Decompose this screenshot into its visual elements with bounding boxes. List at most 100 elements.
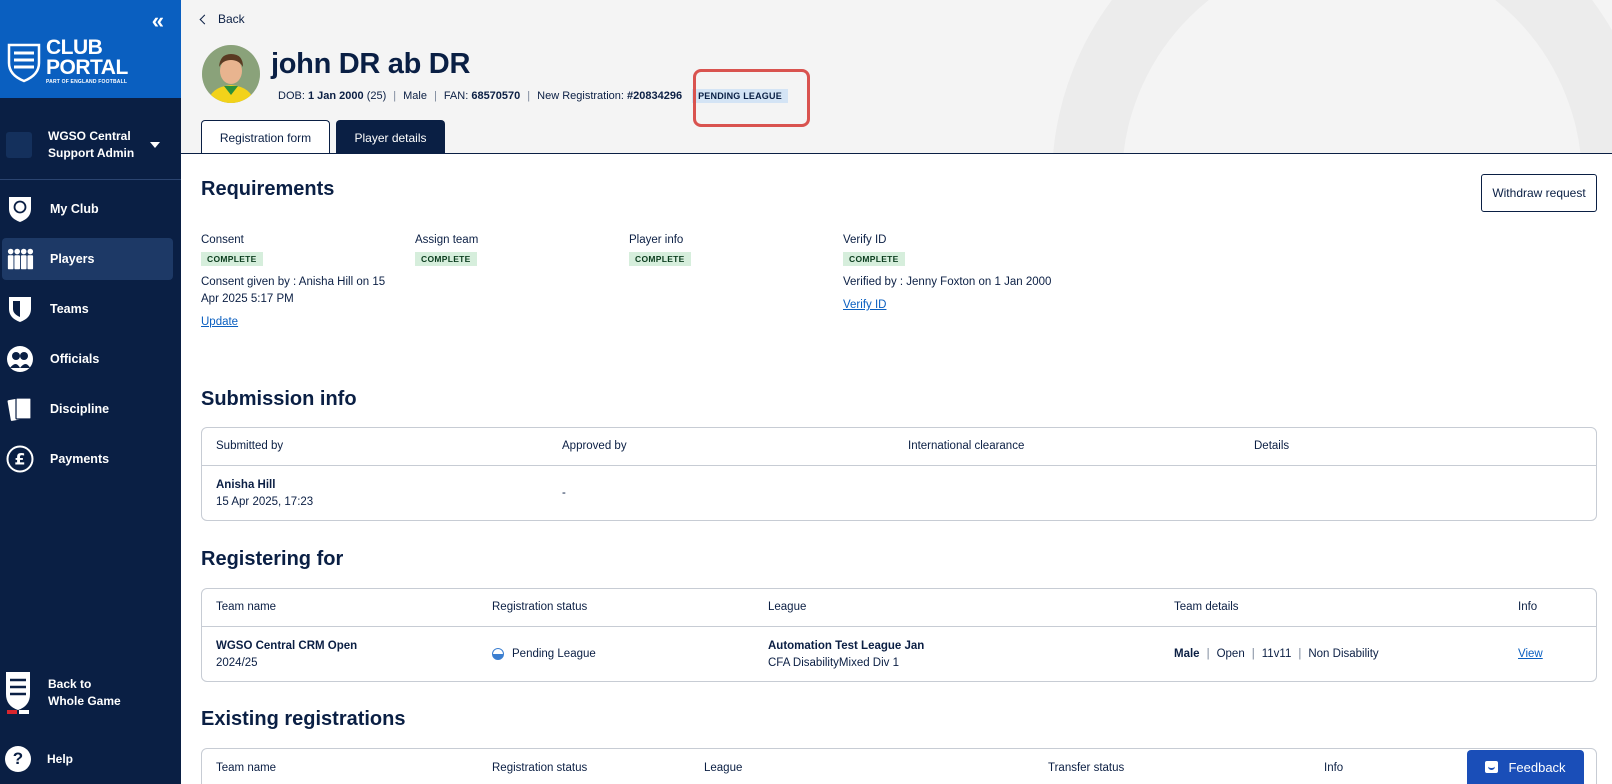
requirement-player-info: Player info COMPLETE [629,234,829,266]
dob-label: DOB: [278,90,305,102]
collapse-sidebar-icon[interactable]: « [152,8,164,34]
team-type: Open [1216,648,1245,660]
team-disability: Non Disability [1308,648,1379,660]
team-details-cell: Male | Open | 11v11 | Non Disability [1174,627,1379,682]
main-content: Back john DR ab DR DOB: 1 Jan 2000 (25) … [181,0,1612,784]
table-header: Team name Registration status League Tra… [202,749,1596,784]
club-badge [6,132,32,158]
caret-down-icon [150,142,160,148]
column-header: Team name [216,601,277,613]
column-header: Details [1254,440,1290,452]
back-label: Back [218,12,245,26]
svg-text:£: £ [14,450,25,469]
shield-icon [6,295,34,323]
column-header: Submitted by [216,440,284,452]
header-decoration [1052,0,1612,153]
team-format: 11v11 [1261,648,1292,660]
help-link[interactable]: ? Help [5,746,73,772]
feedback-button[interactable]: Feedback [1467,750,1584,784]
registration-status: Pending League [512,648,596,660]
back-to-whole-game-link[interactable]: Back to Whole Game [4,670,128,716]
division: CFA DisabilityMixed Div 1 [768,656,900,669]
logo-club-text: CLUB [46,36,103,59]
withdraw-request-button[interactable]: Withdraw request [1481,174,1597,212]
tab-registration-form[interactable]: Registration form [201,120,330,153]
player-header: Back john DR ab DR DOB: 1 Jan 2000 (25) … [181,0,1612,154]
team-name: WGSO Central CRM Open [216,639,358,652]
status-badge: COMPLETE [629,252,691,266]
help-icon: ? [5,746,31,772]
dob-value: 1 Jan 2000 [307,90,364,102]
sidebar-item-officials[interactable]: Officials [2,338,173,380]
submitted-by-cell: Anisha Hill 15 Apr 2025, 17:23 [216,466,313,521]
sidebar-item-label: Teams [50,302,89,316]
column-header: League [704,761,743,774]
registration-label: New Registration: [537,90,624,102]
column-header: Team name [216,761,277,774]
status-badge: COMPLETE [201,252,263,266]
tab-player-details[interactable]: Player details [336,120,445,153]
league-name: Automation Test League Jan [768,639,925,652]
column-header: Info [1518,601,1538,613]
registration-status-cell: Pending League [492,627,596,682]
sidebar-item-label: Players [50,252,95,266]
requirements-title: Requirements [201,178,335,200]
sidebar-item-players[interactable]: Players [2,238,173,280]
info-cell: View [1518,627,1543,682]
team-gender: Male [1174,648,1200,660]
club-portal-logo[interactable]: CLUB PORTAL PART OF ENGLAND FOOTBALL [6,36,128,85]
gender: Male [403,90,427,102]
sidebar-item-label: Officials [50,352,100,366]
verify-id-link[interactable]: Verify ID [843,299,886,311]
three-lions-crest-icon [7,43,41,82]
status-badge: COMPLETE [843,252,905,266]
ball-shield-icon [6,195,34,223]
feedback-label: Feedback [1508,759,1566,775]
update-link[interactable]: Update [201,316,238,328]
smiley-icon [1485,761,1499,773]
existing-registrations-table: Team name Registration status League Tra… [201,748,1597,784]
pending-status-icon [492,647,504,660]
sidebar-item-teams[interactable]: Teams [2,288,173,330]
column-header: Transfer status [1048,761,1125,774]
fan-label: FAN: [443,90,469,102]
player-avatar [202,45,260,103]
fa-crest-icon [6,672,30,714]
status-badge: COMPLETE [415,252,477,266]
sidebar-item-discipline[interactable]: Discipline [2,388,173,430]
table-row: Anisha Hill 15 Apr 2025, 17:23 - [202,466,1596,521]
sidebar-header: « CLUB PORTAL PART OF ENGLAND FOOTBALL [0,0,181,98]
requirement-assign-team: Assign team COMPLETE [415,234,615,266]
sidebar-divider [0,179,181,180]
pound-icon: £ [6,445,34,473]
approved-by-cell: - [562,487,566,499]
registration-id: #20834296 [627,90,683,102]
submitted-by-name: Anisha Hill [216,478,276,491]
sidebar-item-payments[interactable]: £ Payments [2,438,173,480]
requirement-note: Consent given by : Anisha Hill on 15 Apr… [201,276,386,305]
cards-icon [6,395,34,423]
sidebar-item-my-club[interactable]: My Club [2,188,173,230]
back-link[interactable]: Back [199,12,245,26]
club-switcher[interactable]: WGSO Central Support Admin [0,112,181,178]
submission-info-table: Submitted by Approved by International c… [201,427,1597,521]
column-header: International clearance [908,440,1025,452]
logo-subtitle: PART OF ENGLAND FOOTBALL [46,79,128,85]
team-name-cell: WGSO Central CRM Open 2024/25 [216,627,357,682]
table-header: Team name Registration status League Tea… [202,589,1596,627]
requirement-note: Verified by : Jenny Foxton on 1 Jan 2000 [843,276,1052,288]
column-header: League [768,601,807,613]
chevron-left-icon [199,14,210,24]
sidebar-item-label: Discipline [50,402,110,416]
table-row: WGSO Central CRM Open 2024/25 Pending Le… [202,627,1596,682]
club-name: WGSO Central Support Admin [48,129,135,160]
sidebar-item-label: My Club [50,202,99,216]
age: (25) [366,90,387,102]
player-name: john DR ab DR [271,48,471,80]
officials-icon [6,345,34,373]
view-link[interactable]: View [1518,646,1543,663]
registering-for-table: Team name Registration status League Tea… [201,588,1597,682]
requirement-consent: Consent COMPLETE Consent given by : Anis… [201,234,401,328]
requirement-title: Consent [201,234,244,246]
season: 2024/25 [216,656,258,669]
